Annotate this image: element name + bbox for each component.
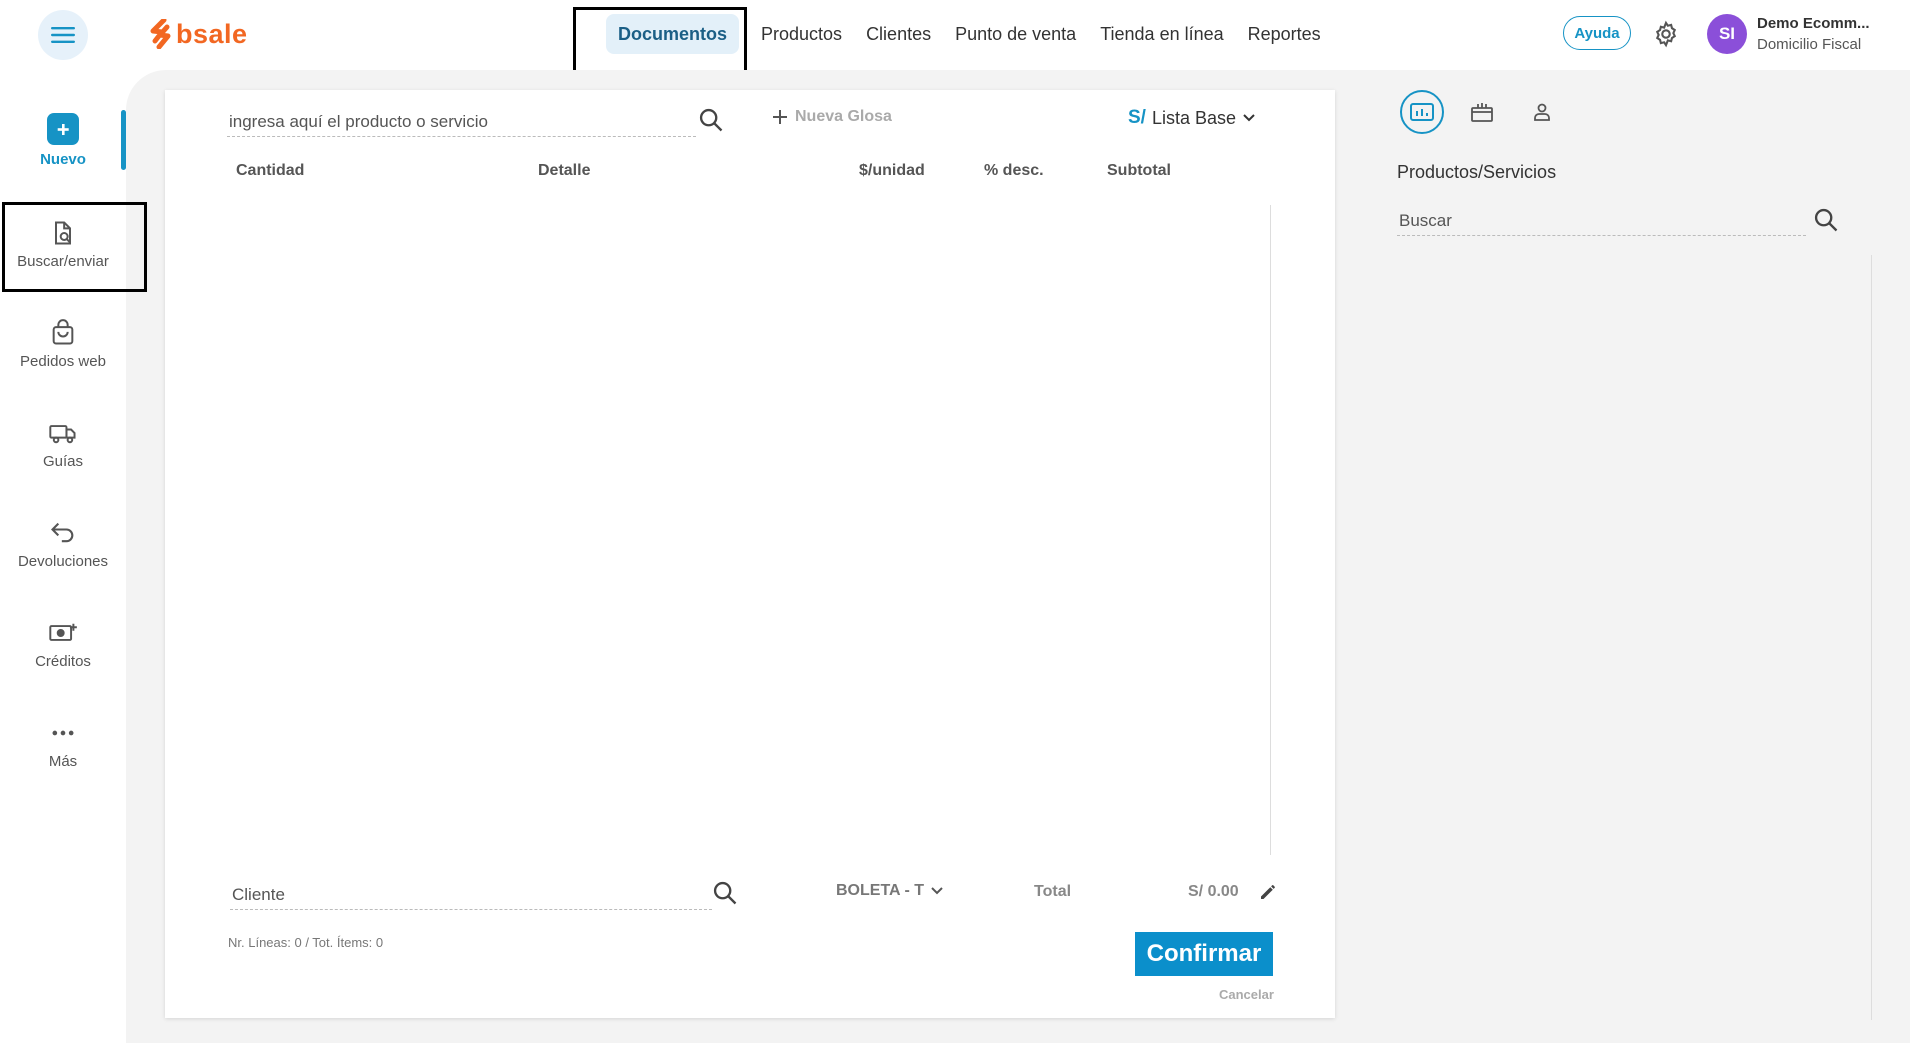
edit-total-button[interactable]	[1259, 883, 1277, 906]
search-doc-icon	[55, 221, 71, 244]
line-counts: Nr. Líneas: 0 / Tot. Ítems: 0	[228, 935, 384, 950]
sidebar-item-guias[interactable]: Guías	[0, 400, 126, 488]
price-list-select[interactable]: S/ Lista Base	[1128, 107, 1256, 129]
search-icon	[1814, 208, 1838, 232]
nav-productos[interactable]: Productos	[749, 14, 854, 54]
money-plus-icon	[49, 623, 77, 641]
column-header-detalle: Detalle	[538, 162, 591, 179]
new-doc-icon	[47, 112, 79, 145]
products-search-button[interactable]	[1812, 206, 1840, 239]
doc-type-label: BOLETA - T	[836, 882, 924, 899]
nav-tienda-en-linea[interactable]: Tienda en línea	[1088, 14, 1235, 54]
new-glosa-button[interactable]: Nueva Glosa	[771, 108, 892, 126]
sidebar-item-buscar-enviar[interactable]: Buscar/enviar	[0, 200, 126, 288]
user-subtitle: Domicilio Fiscal	[1757, 36, 1862, 53]
settings-button[interactable]	[1652, 20, 1680, 48]
products-icon	[1410, 103, 1434, 121]
sidebar-item-label: Créditos	[35, 652, 91, 670]
tab-client[interactable]	[1520, 90, 1564, 134]
sidebar-item-label: Nuevo	[40, 150, 86, 168]
top-nav: Documentos Productos Clientes Punto de v…	[590, 14, 1333, 54]
new-glosa-label: Nueva Glosa	[795, 108, 892, 125]
sidebar-item-pedidos-web[interactable]: Pedidos web	[0, 300, 126, 388]
sidebar-item-label: Guías	[42, 452, 84, 470]
sidebar-item-label: Pedidos web	[20, 352, 106, 370]
search-icon	[699, 108, 723, 132]
gift-box-icon	[1471, 103, 1493, 122]
nav-reportes[interactable]: Reportes	[1236, 14, 1333, 54]
sidebar-item-mas[interactable]: Más	[0, 700, 126, 788]
sidebar-item-nuevo[interactable]: Nuevo	[0, 96, 126, 184]
sidebar-item-creditos[interactable]: Créditos	[0, 600, 126, 688]
right-panel-title: Productos/Servicios	[1397, 162, 1557, 182]
table-scrollbar-track[interactable]	[1270, 205, 1271, 855]
nav-clientes[interactable]: Clientes	[854, 14, 943, 54]
hamburger-menu-button[interactable]	[38, 10, 88, 60]
total-value: S/ 0.00	[1188, 883, 1239, 900]
sidebar-item-label: Devoluciones	[17, 552, 109, 570]
sidebar-item-devoluciones[interactable]: Devoluciones	[0, 500, 126, 588]
avatar[interactable]: SI	[1707, 14, 1747, 54]
doc-type-select[interactable]: BOLETA - T	[836, 882, 944, 900]
client-search-input[interactable]	[230, 881, 712, 910]
product-search-button[interactable]	[697, 106, 725, 139]
sidebar-item-label: Más	[48, 752, 78, 770]
hamburger-icon	[51, 27, 75, 43]
products-search-input[interactable]	[1397, 207, 1806, 236]
sidebar-item-label: Buscar/enviar	[17, 252, 109, 270]
pencil-icon	[1261, 885, 1275, 899]
confirm-button[interactable]: Confirmar	[1135, 932, 1273, 976]
column-header-subtotal: Subtotal	[1107, 162, 1171, 179]
cancel-link[interactable]: Cancelar	[1219, 987, 1274, 1002]
client-search-button[interactable]	[711, 879, 739, 912]
truck-icon	[49, 424, 76, 443]
chevron-down-icon	[1243, 114, 1255, 122]
return-arrow-icon	[51, 522, 74, 542]
gear-icon	[1655, 20, 1677, 48]
user-icon	[1534, 103, 1550, 121]
user-name[interactable]: Demo Ecomm...	[1757, 15, 1870, 32]
nav-documentos[interactable]: Documentos	[606, 14, 740, 54]
column-header-precio-unidad: $/unidad	[859, 162, 925, 179]
price-list-label: Lista Base	[1151, 107, 1237, 128]
tab-products[interactable]	[1400, 90, 1444, 134]
plus-icon	[773, 110, 787, 124]
total-label: Total	[1034, 883, 1072, 900]
shopping-bag-icon	[52, 318, 74, 344]
product-search-input[interactable]	[227, 108, 696, 137]
document-card	[165, 90, 1335, 1018]
chevron-down-icon	[931, 887, 943, 895]
bsale-logo-icon	[150, 19, 171, 49]
help-button[interactable]: Ayuda	[1563, 16, 1631, 50]
logo-text: bsale	[176, 18, 248, 49]
more-dots-icon	[52, 730, 74, 735]
tab-gifts[interactable]	[1460, 90, 1504, 134]
right-panel-tabs	[1400, 90, 1564, 134]
search-icon	[713, 881, 737, 905]
currency-symbol: S/	[1128, 107, 1146, 128]
right-panel-scrollbar-track[interactable]	[1871, 255, 1872, 1020]
column-header-descuento: % desc.	[984, 162, 1044, 179]
nav-punto-de-venta[interactable]: Punto de venta	[943, 14, 1088, 54]
column-header-cantidad: Cantidad	[236, 162, 305, 179]
bsale-logo[interactable]: bsale	[150, 16, 248, 52]
